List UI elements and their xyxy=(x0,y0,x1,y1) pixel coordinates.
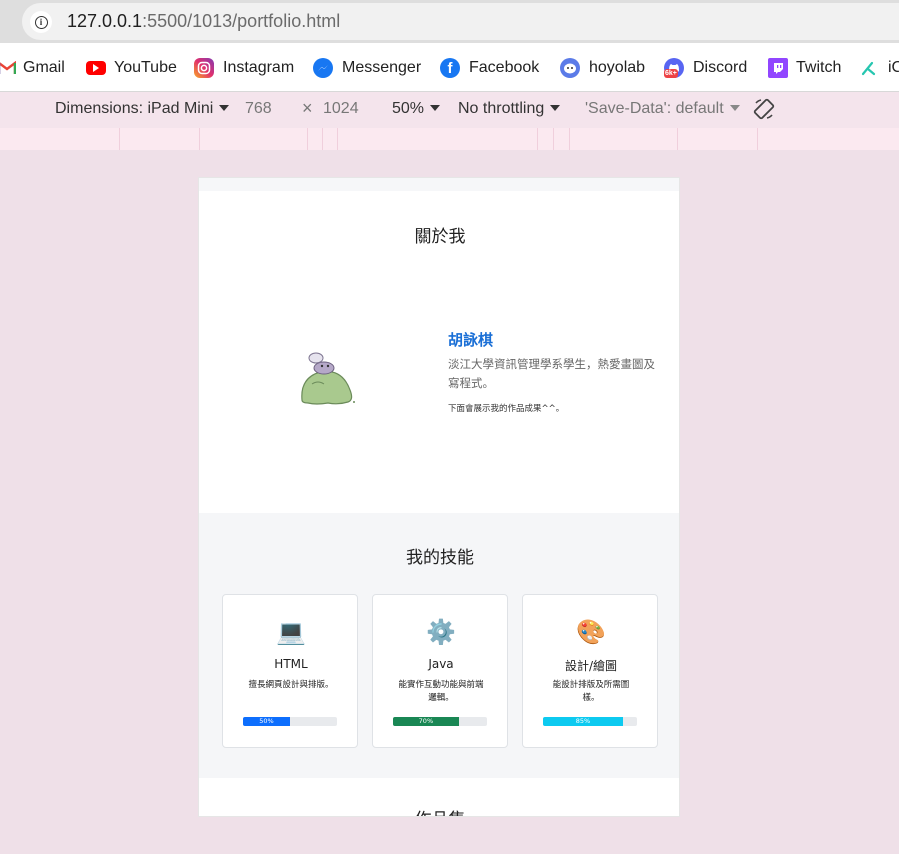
skill-title: Java xyxy=(428,657,454,671)
bookmark-gmail[interactable]: Gmail xyxy=(0,57,65,79)
profile-description: 淡江大學資訊管理學系學生，熱愛畫圖及寫程式。 xyxy=(448,357,655,390)
bookmark-ic[interactable]: iC xyxy=(859,57,899,79)
skill-card-design: 🎨 設計/繪圖 能設計排版及所需圖樣。 85% xyxy=(522,594,658,748)
bookmark-messenger[interactable]: Messenger xyxy=(313,57,421,79)
bookmark-instagram[interactable]: Instagram xyxy=(194,57,294,79)
device-height-input[interactable]: 1024 xyxy=(323,100,359,118)
throttling-select[interactable]: No throttling xyxy=(458,100,561,118)
bookmark-label: Facebook xyxy=(469,59,540,76)
ruler-tick xyxy=(677,128,678,150)
times-icon: × xyxy=(302,98,313,118)
profile-note: 下面會展示我的作品成果^^。 xyxy=(448,404,565,414)
bookmark-label: Gmail xyxy=(23,59,65,76)
chevron-down-icon xyxy=(219,105,230,111)
bookmark-discord[interactable]: 6k+ Discord xyxy=(664,57,747,79)
throttling-label: No throttling xyxy=(458,100,545,117)
url-host: 127.0.0.1 xyxy=(67,11,143,31)
bookmarks-bar: Gmail YouTube Instagram Messenger f Faceb… xyxy=(0,43,899,92)
ruler-tick xyxy=(569,128,570,150)
instagram-icon xyxy=(194,58,214,78)
skill-description: 擅長網頁設計與排版。 xyxy=(248,680,334,690)
save-data-select[interactable]: 'Save-Data': default xyxy=(585,100,740,118)
device-toolbar: Dimensions: iPad Mini 768 × 1024 50% No … xyxy=(0,92,899,128)
hoyolab-icon xyxy=(560,58,580,78)
gmail-icon xyxy=(0,58,16,78)
ruler-tick xyxy=(337,128,338,150)
bookmark-label: Twitch xyxy=(796,59,842,76)
bookmark-label: iC xyxy=(888,59,899,76)
bookmark-label: Discord xyxy=(693,59,748,76)
skill-progress-fill: 85% xyxy=(543,717,623,726)
address-bar[interactable]: i 127.0.0.1:5500/1013/portfolio.html xyxy=(22,3,899,40)
skills-section: 我的技能 💻 HTML 擅長網頁設計與排版。 50% ⚙️ Java 能實作互動… xyxy=(199,513,679,778)
bookmark-facebook[interactable]: f Facebook xyxy=(440,57,539,79)
avatar xyxy=(301,352,355,405)
skill-progress-bar: 50% xyxy=(243,717,337,726)
rotate-icon[interactable] xyxy=(752,97,776,121)
discord-icon: 6k+ xyxy=(664,58,684,78)
ruler-tick xyxy=(199,128,200,150)
header-strip xyxy=(199,178,679,191)
device-dimensions-select[interactable]: Dimensions: iPad Mini xyxy=(55,100,230,118)
media-query-ruler[interactable] xyxy=(0,128,899,150)
skill-progress-fill: 50% xyxy=(243,717,290,726)
ic-icon xyxy=(859,58,879,78)
skill-progress-fill: 70% xyxy=(393,717,459,726)
bookmark-label: hoyolab xyxy=(589,59,646,76)
ruler-tick xyxy=(119,128,120,150)
chevron-down-icon xyxy=(729,105,740,111)
device-width-input[interactable]: 768 xyxy=(245,100,272,118)
laptop-icon: 💻 xyxy=(276,618,306,646)
twitch-icon xyxy=(768,58,788,78)
portfolio-section-title: 作品集 xyxy=(199,805,679,816)
chevron-down-icon xyxy=(550,105,561,111)
zoom-select[interactable]: 50% xyxy=(392,100,441,118)
skill-title: HTML xyxy=(274,657,308,671)
skill-card-java: ⚙️ Java 能實作互動功能與前端邏輯。 70% xyxy=(372,594,508,748)
ruler-tick xyxy=(322,128,323,150)
facebook-icon: f xyxy=(440,58,460,78)
discord-badge: 6k+ xyxy=(664,69,678,78)
ruler-tick xyxy=(553,128,554,150)
bookmark-twitch[interactable]: Twitch xyxy=(768,57,841,79)
url-text[interactable]: 127.0.0.1:5500/1013/portfolio.html xyxy=(67,11,340,32)
zoom-label: 50% xyxy=(392,100,425,117)
bookmark-label: YouTube xyxy=(114,59,177,76)
device-dimensions-label: Dimensions: iPad Mini xyxy=(55,100,214,117)
bookmark-hoyolab[interactable]: hoyolab xyxy=(560,57,645,79)
skill-title: 設計/繪圖 xyxy=(564,659,618,673)
ruler-tick xyxy=(757,128,758,150)
bookmark-label: Messenger xyxy=(342,59,422,76)
skills-section-title: 我的技能 xyxy=(406,548,474,568)
bookmark-youtube[interactable]: YouTube xyxy=(86,57,177,79)
ruler-tick xyxy=(537,128,538,150)
profile-name: 胡詠棋 xyxy=(448,331,494,349)
bookmark-label: Instagram xyxy=(223,59,295,76)
messenger-icon xyxy=(313,58,333,78)
ruler-tick xyxy=(307,128,308,150)
gear-icon: ⚙️ xyxy=(426,618,456,646)
skill-progress-bar: 85% xyxy=(543,717,637,726)
browser-toolbar: i 127.0.0.1:5500/1013/portfolio.html xyxy=(0,0,899,43)
youtube-icon xyxy=(86,61,106,75)
skill-progress-bar: 70% xyxy=(393,717,487,726)
skill-description: 能實作互動功能與前端邏輯。 xyxy=(398,680,484,703)
url-path: :5500/1013/portfolio.html xyxy=(142,11,341,31)
skill-card-html: 💻 HTML 擅長網頁設計與排版。 50% xyxy=(222,594,358,748)
about-section-title: 關於我 xyxy=(414,227,466,247)
save-data-label: 'Save-Data': default xyxy=(585,100,724,117)
chevron-down-icon xyxy=(430,105,441,111)
skill-description: 能設計排版及所需圖樣。 xyxy=(552,680,630,703)
site-info-icon[interactable]: i xyxy=(30,11,52,33)
device-viewport: 關於我 胡詠棋 淡江大學資訊管理學系學生，熱愛畫圖及寫程式。 下面會展示我的作品… xyxy=(198,177,680,817)
palette-icon: 🎨 xyxy=(576,618,606,646)
